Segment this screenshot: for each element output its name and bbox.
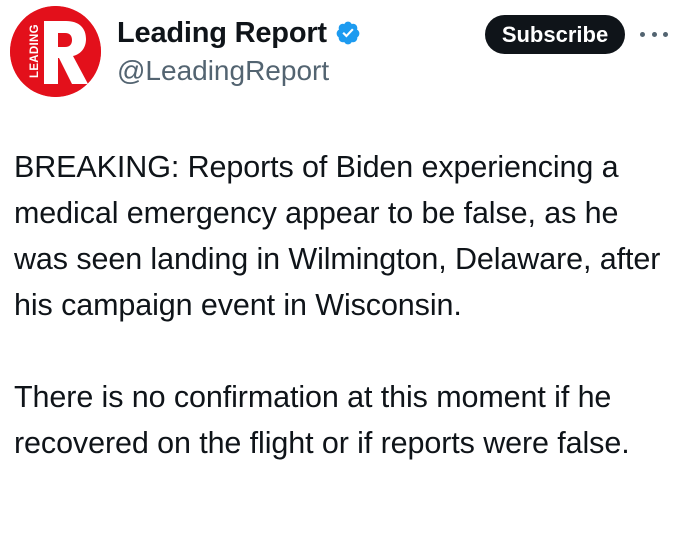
more-horizontal-icon[interactable] bbox=[640, 22, 668, 46]
tweet-text: BREAKING: Reports of Biden experiencing … bbox=[14, 144, 674, 466]
avatar[interactable]: LEADING bbox=[10, 6, 101, 97]
subscribe-button[interactable]: Subscribe bbox=[485, 15, 625, 54]
leading-report-logo-icon: LEADING bbox=[10, 6, 101, 97]
more-dot bbox=[651, 31, 657, 37]
display-name-row: Leading Report bbox=[117, 14, 361, 52]
avatar-brand-text: LEADING bbox=[29, 24, 41, 78]
more-dot bbox=[640, 31, 645, 37]
tweet-paragraph: BREAKING: Reports of Biden experiencing … bbox=[14, 150, 661, 322]
verified-badge-icon[interactable] bbox=[335, 20, 361, 46]
tweet-paragraph: There is no confirmation at this moment … bbox=[14, 380, 630, 460]
account-handle[interactable]: @LeadingReport bbox=[117, 55, 329, 87]
display-name[interactable]: Leading Report bbox=[117, 17, 327, 50]
more-dot bbox=[663, 31, 668, 37]
tweet-card: LEADING Leading Report @LeadingReport Su… bbox=[0, 0, 680, 556]
